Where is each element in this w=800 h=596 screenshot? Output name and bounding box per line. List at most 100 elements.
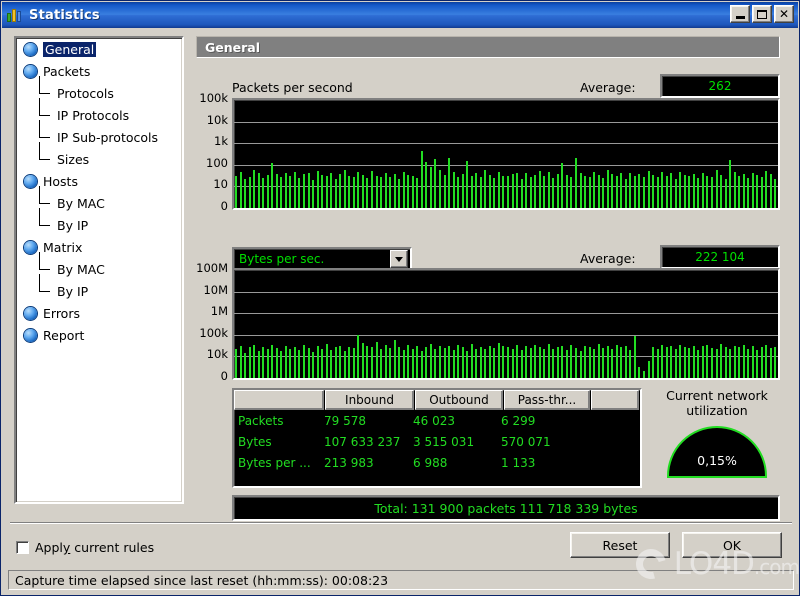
chart-bar — [262, 178, 265, 208]
chart-bar — [602, 348, 605, 378]
chart-bar — [507, 347, 510, 378]
chart-bar — [343, 350, 346, 378]
chart-bar — [312, 352, 315, 378]
table-row: Bytes 107 633 237 3 515 031 570 071 — [234, 431, 640, 452]
chart-bar — [633, 335, 636, 378]
chart-bar — [352, 177, 355, 208]
chart-bar — [520, 350, 523, 378]
chart-bar — [257, 350, 260, 378]
sidebar-item-by-mac[interactable]: By MAC — [16, 251, 182, 280]
chart-bar — [661, 344, 664, 378]
chart-bar — [529, 177, 532, 208]
chart-bar — [361, 343, 364, 378]
maximize-button[interactable] — [752, 5, 772, 23]
tree-branch-icon — [38, 273, 51, 298]
chart-bar — [597, 344, 600, 378]
chart-bar — [556, 346, 559, 378]
chart-bar — [720, 175, 723, 208]
apply-current-rules-checkbox[interactable]: Apply current rules — [16, 540, 154, 555]
ok-button[interactable]: OK — [682, 532, 782, 558]
chart-bar — [520, 179, 523, 208]
chart-bar — [402, 350, 405, 378]
reset-button[interactable]: Reset — [570, 532, 670, 558]
sidebar-item-matrix[interactable]: Matrix — [16, 236, 182, 258]
chart-bar — [457, 176, 460, 208]
chart-bar — [547, 344, 550, 378]
y-axis-tick-label: 100k — [199, 91, 228, 105]
sidebar-item-hosts[interactable]: Hosts — [16, 170, 182, 192]
sidebar-item-packets[interactable]: Packets — [16, 60, 182, 82]
sidebar-item-ip-sub-protocols[interactable]: IP Sub-protocols — [16, 119, 182, 148]
chart-bar — [715, 349, 718, 378]
gauge-title-line2: utilization — [686, 403, 748, 418]
sidebar-item-by-mac[interactable]: By MAC — [16, 185, 182, 214]
chart-bar — [239, 172, 242, 208]
sidebar-item-by-ip[interactable]: By IP — [16, 207, 182, 236]
table-cell: 6 299 — [501, 413, 536, 428]
table-column-header[interactable]: Pass-thr... — [504, 390, 590, 410]
chart-bar — [679, 344, 682, 378]
chart-bar — [312, 179, 315, 208]
chart-bar — [325, 176, 328, 208]
gauge-dial: 0,15% — [667, 426, 767, 478]
chart-bar — [420, 351, 423, 378]
table-cell: 79 578 — [324, 413, 366, 428]
chart-bar — [765, 344, 768, 378]
bytes-chart-plot — [232, 268, 780, 380]
chart-bar — [579, 172, 582, 208]
chart-bar — [516, 172, 519, 208]
chart-bar — [439, 345, 442, 378]
chart-bar — [701, 172, 704, 208]
statistics-table: Inbound Outbound Pass-thr... Packets 79 578… — [232, 388, 642, 488]
table-column-header[interactable]: Outbound — [415, 390, 503, 410]
sidebar-item-protocols[interactable]: Protocols — [16, 75, 182, 104]
chart-bar — [638, 366, 641, 378]
close-icon[interactable]: ✕ — [774, 5, 794, 23]
chart-bar — [688, 348, 691, 378]
table-row: Bytes per ... 213 983 6 988 1 133 — [234, 452, 640, 473]
chart-bar — [507, 176, 510, 208]
chart-bar — [393, 173, 396, 208]
chart-bar — [461, 347, 464, 378]
chart-bar — [643, 177, 646, 208]
table-column-header[interactable] — [234, 390, 324, 410]
minimize-button[interactable] — [730, 5, 750, 23]
chart-bar — [262, 346, 265, 378]
sidebar-item-report[interactable]: Report — [16, 324, 182, 346]
chart-bar — [239, 346, 242, 378]
checkbox-box[interactable] — [16, 541, 29, 554]
navigation-tree[interactable]: General Packets Protocols IP Protocols IP Su… — [14, 36, 184, 504]
chart-bar — [484, 349, 487, 378]
chart-bar — [303, 345, 306, 378]
chart-bar — [588, 347, 591, 378]
chart-bar — [738, 176, 741, 208]
table-column-header[interactable] — [591, 390, 639, 410]
chevron-down-icon[interactable] — [390, 250, 408, 268]
chart-bar — [756, 350, 759, 378]
packets-chart-title: Packets per second — [232, 80, 353, 95]
chart-bar — [602, 178, 605, 208]
title-bar[interactable]: Statistics ✕ — [2, 2, 798, 28]
sidebar-item-general[interactable]: General — [16, 38, 182, 60]
bytes-chart-y-axis: 100M 10M 1M 100k 10k 0 — [188, 262, 228, 381]
sidebar-item-ip-protocols[interactable]: IP Protocols — [16, 97, 182, 126]
sidebar-item-sizes[interactable]: Sizes — [16, 141, 182, 170]
table-column-header[interactable]: Inbound — [325, 390, 414, 410]
chart-bar — [398, 346, 401, 378]
chart-bar — [434, 158, 437, 208]
chart-bar — [665, 175, 668, 208]
client-area: General Packets Protocols IP Protocols IP Su… — [2, 28, 798, 595]
sidebar-item-errors[interactable]: Errors — [16, 302, 182, 324]
chart-bar — [479, 346, 482, 378]
chart-bar — [307, 172, 310, 208]
chart-bar — [429, 343, 432, 378]
chart-bar — [334, 347, 337, 378]
tree-node-bullet-icon — [24, 42, 37, 56]
chart-bar — [525, 173, 528, 208]
sidebar-item-by-ip[interactable]: By IP — [16, 273, 182, 302]
sidebar-item-label: Hosts — [43, 173, 78, 189]
chart-bar — [266, 349, 269, 378]
chart-bar — [670, 346, 673, 378]
chart-bar — [543, 176, 546, 208]
chart-bar — [461, 173, 464, 208]
